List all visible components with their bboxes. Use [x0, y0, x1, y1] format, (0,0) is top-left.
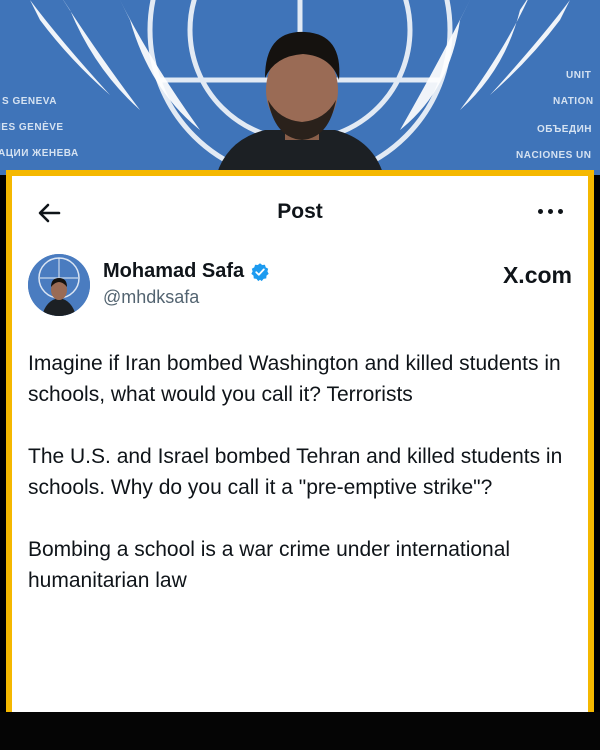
- page-title: Post: [277, 200, 323, 223]
- wall-text-right-4: NACIONES UN: [516, 150, 592, 161]
- wall-text-right-2: NATION: [553, 96, 594, 107]
- wall-text-right-3: ОБЪЕДИН: [537, 124, 592, 135]
- wall-text-left-1: S GENEVA: [2, 96, 57, 107]
- source-label: X.com: [502, 262, 572, 288]
- wall-text-left-3: АЦИИ ЖЕНЕВА: [0, 148, 79, 159]
- avatar[interactable]: [28, 254, 90, 316]
- post-paragraph-1: Imagine if Iran bombed Washington and ki…: [28, 352, 567, 406]
- post-card: Post Mohamad Safa @mhdksafa X.com Imagin…: [6, 170, 594, 718]
- verified-badge-icon: [251, 262, 269, 281]
- user-handle[interactable]: @mhdksafa: [103, 287, 199, 308]
- post-header: Post: [12, 176, 588, 242]
- post-text: Imagine if Iran bombed Washington and ki…: [28, 348, 568, 627]
- speaker-figure: [216, 31, 384, 175]
- display-name[interactable]: Mohamad Safa: [103, 260, 244, 283]
- more-horizontal-icon[interactable]: [536, 203, 566, 219]
- bottom-strip: [0, 712, 600, 750]
- background-photo: S GENEVA IES GENÈVE АЦИИ ЖЕНЕВА UNIT NAT…: [0, 0, 600, 175]
- author-block: Mohamad Safa @mhdksafa X.com: [28, 254, 572, 324]
- wall-text-right-1: UNIT: [566, 70, 592, 81]
- post-paragraph-2: The U.S. and Israel bombed Tehran and ki…: [28, 445, 569, 499]
- avatar-image: [28, 254, 90, 316]
- name-row: Mohamad Safa: [103, 260, 270, 283]
- post-paragraph-3: Bombing a school is a war crime under in…: [28, 538, 516, 592]
- wall-text-left-2: IES GENÈVE: [0, 122, 64, 133]
